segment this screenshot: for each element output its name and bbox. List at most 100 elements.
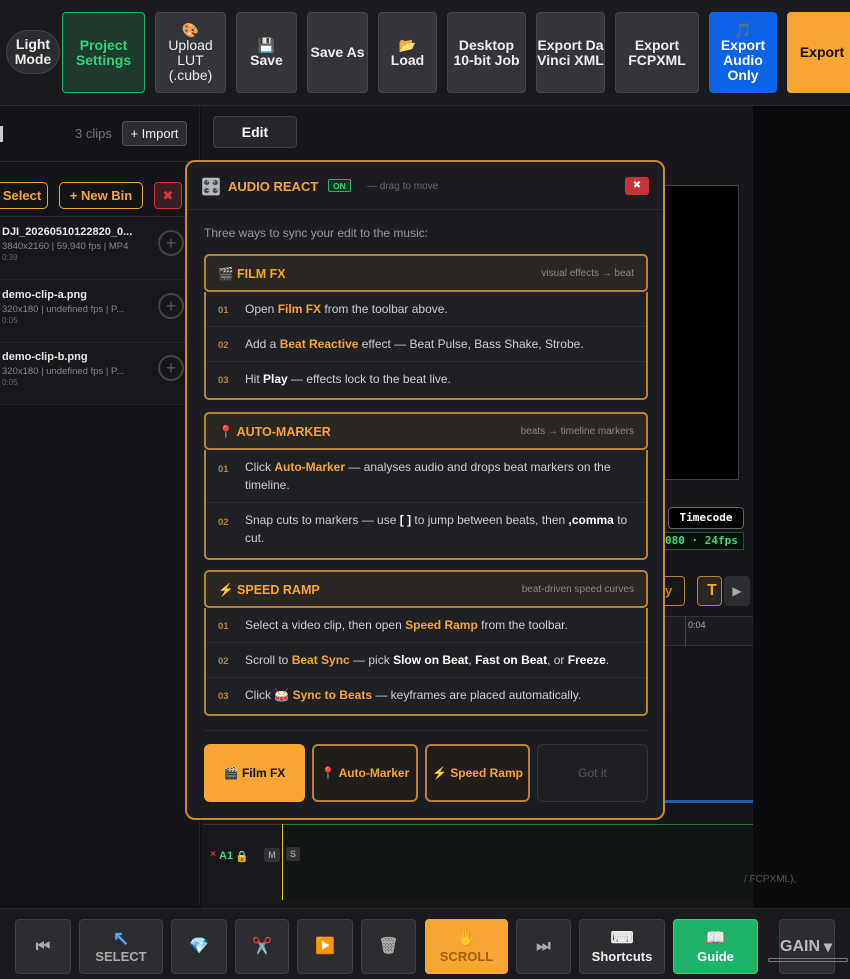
load-button[interactable]: 📂 Load [378,12,437,93]
export-fcpxml-label: Export FCPXML [628,36,686,68]
delete-button[interactable]: 🗑 [361,919,416,974]
clip-item[interactable]: demo-clip-a.png 320x180 | undefined fps … [0,281,200,343]
export-label: Export [799,44,845,60]
select-tool-button[interactable]: ↖ SELECT [79,919,163,974]
video-track-line [660,800,753,803]
track-label: A1 [219,850,234,862]
add-clip-icon[interactable]: + [158,293,184,319]
got-it-button[interactable]: Got it [537,744,648,802]
gain-label: GAIN [780,937,820,955]
audio-track-header: × A1 🔒 M [203,824,282,900]
guide-button[interactable]: 📖 Guide [673,919,758,974]
step-number: 02 [218,656,229,667]
clip-duration: 0:05 [2,378,18,387]
save-button[interactable]: 💾 Save [236,12,297,93]
step-row: 01 Open Film FX from the toolbar above. [206,292,646,327]
video-preview [660,185,739,480]
skip-back-icon: ⏮ [35,937,51,955]
auto-marker-section-header: 📍 AUTO-MARKER beats → timeline markers [204,412,648,450]
gem-tool-button[interactable]: 💎 [171,919,227,974]
text-tool-button[interactable]: T [697,576,722,606]
speed-ramp-title: ⚡ SPEED RAMP [218,583,320,597]
delete-bin-button[interactable]: ✖ [154,182,182,209]
film-fx-button[interactable]: 🎬 Film FX [204,744,305,802]
skip-back-button[interactable]: ⏮ [15,919,71,974]
lock-icon[interactable]: 🔒 [235,850,249,863]
clips-count: 3 clips [75,126,112,141]
speed-ramp-steps: 01 Select a video clip, then open Speed … [204,608,648,716]
scroll-tool-button[interactable]: ✋ SCROLL [425,919,508,974]
folder-icon: 📂 [398,37,417,53]
export-button[interactable]: Export [787,12,850,93]
clip-item[interactable]: DJI_20260510122820_0... 3840x2160 | 59.9… [0,218,200,280]
floppy-icon: 💾 [257,37,276,53]
desktop-job-button[interactable]: Desktop 10-bit Job [447,12,526,93]
trash-icon: 🗑 [378,937,399,955]
play-button[interactable]: ▶️ [297,919,353,974]
shortcuts-button[interactable]: ⌨ Shortcuts [579,919,665,974]
select-tool-label: SELECT [95,949,147,964]
cut-tool-button[interactable]: ✂️ [235,919,289,974]
shortcuts-label: Shortcuts [591,949,653,964]
gain-dropdown[interactable]: GAIN ▾ [779,919,835,974]
track-hint-text: / FCPXML), [744,874,797,885]
divider [204,730,648,731]
export-davinci-label: Export Da Vinci XML [537,36,604,68]
play-icon: ▶️ [315,937,335,955]
gain-slider[interactable] [768,958,848,962]
save-as-button[interactable]: Save As [307,12,368,93]
upload-lut-label: Upload LUT (.cube) [168,37,213,83]
partial-button[interactable]: y [665,576,685,606]
close-icon: ✖ [162,188,174,203]
timecode-display: 080 · 24fps [662,532,744,550]
upload-lut-button[interactable]: 🎨 Upload LUT (.cube) [155,12,226,93]
step-row: 02 Scroll to Beat Sync — pick Slow on Be… [206,643,646,678]
close-icon: ✖ [632,180,642,191]
step-number: 01 [218,305,229,316]
audio-react-modal[interactable]: 🎛️ AUDIO REACT ON — drag to move ✖ Three… [185,160,665,820]
modal-header[interactable]: 🎛️ AUDIO REACT ON — drag to move ✖ [187,162,663,210]
auto-marker-button[interactable]: 📍 Auto-Marker [312,744,418,802]
select-button[interactable]: Select [0,182,48,209]
import-button[interactable]: + Import [122,121,187,146]
export-audio-button[interactable]: 🎵 Export Audio Only [709,12,777,93]
step-text: Add a Beat Reactive effect — Beat Pulse,… [245,337,584,351]
step-number: 02 [218,517,229,528]
speed-ramp-button[interactable]: ⚡ Speed Ramp [425,744,530,802]
book-icon: 📖 [705,930,726,947]
modal-intro: Three ways to sync your edit to the musi… [204,226,429,240]
playhead[interactable] [282,824,283,900]
step-row: 01 Select a video clip, then open Speed … [206,608,646,643]
mute-button[interactable]: M [264,848,280,862]
light-mode-toggle[interactable]: Light Mode [6,30,60,74]
export-davinci-button[interactable]: Export Da Vinci XML [536,12,605,93]
audio-track-lane [282,824,753,900]
export-fcpxml-button[interactable]: Export FCPXML [615,12,699,93]
project-settings-button[interactable]: Project Settings [62,12,145,93]
speed-ramp-tag: beat-driven speed curves [521,584,634,595]
project-settings-label: Project Settings [75,36,132,68]
film-fx-title: 🎬 FILM FX [218,267,286,281]
panel-edge-marker [0,126,3,142]
auto-marker-steps: 01 Click Auto-Marker — analyses audio an… [204,450,648,560]
top-toolbar: Light Mode Project Settings 🎨 Upload LUT … [0,0,850,106]
clip-item[interactable]: demo-clip-b.png 320x180 | undefined fps … [0,343,200,405]
close-modal-button[interactable]: ✖ [625,177,649,195]
desktop-job-label: Desktop 10-bit Job [453,36,520,68]
scissors-icon: ✂️ [252,937,272,955]
edit-tab[interactable]: Edit [213,116,297,148]
timecode-toggle[interactable]: Timecode [668,507,744,529]
new-bin-button[interactable]: + New Bin [59,182,143,209]
film-fx-steps: 01 Open Film FX from the toolbar above. … [204,292,648,400]
add-clip-icon[interactable]: + [158,355,184,381]
speed-ramp-section-header: ⚡ SPEED RAMP beat-driven speed curves [204,570,648,608]
film-fx-tag: visual effects → beat [541,268,634,279]
timeline-ruler: 0:04 [665,616,753,647]
track-delete-icon[interactable]: × [210,849,216,860]
skip-forward-button[interactable]: ⏭ [516,919,571,974]
step-number: 03 [218,375,229,386]
solo-button[interactable]: S [286,847,300,861]
load-label: Load [390,52,425,68]
play-preview-icon[interactable]: ▶ [724,576,750,606]
add-clip-icon[interactable]: + [158,230,184,256]
